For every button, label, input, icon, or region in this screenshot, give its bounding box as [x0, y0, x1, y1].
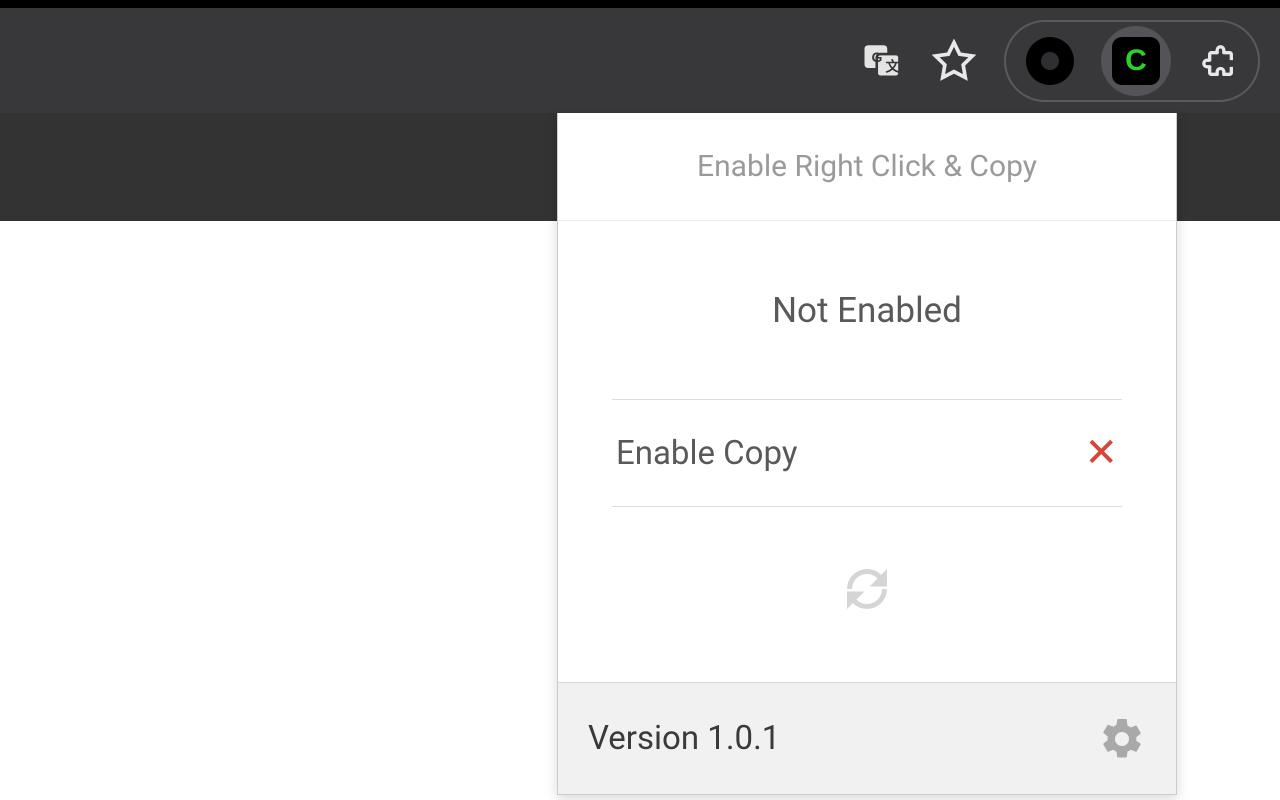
status-text: Not Enabled [772, 290, 962, 331]
page-white-area [0, 221, 557, 800]
enable-copy-row[interactable]: Enable Copy ✕ [612, 400, 1122, 506]
refresh-area [558, 507, 1176, 682]
gear-icon[interactable] [1098, 715, 1146, 763]
translate-icon[interactable]: G 文 [860, 39, 904, 83]
status-label: Not Enabled [558, 221, 1176, 399]
extension-letter: C [1125, 44, 1147, 78]
extensions-pill: C [1004, 20, 1260, 102]
popup-footer: Version 1.0.1 [558, 682, 1176, 794]
svg-text:文: 文 [886, 58, 901, 74]
enable-copy-label: Enable Copy [616, 434, 797, 473]
extensions-puzzle-icon[interactable] [1198, 41, 1238, 81]
refresh-icon[interactable] [837, 559, 897, 619]
extension-circle-icon[interactable] [1026, 37, 1074, 85]
extension-c-icon[interactable]: C [1112, 37, 1160, 85]
popup-title: Enable Right Click & Copy [558, 113, 1176, 221]
close-x-icon[interactable]: ✕ [1084, 433, 1118, 473]
version-label: Version 1.0.1 [588, 719, 780, 758]
extension-active-highlight[interactable]: C [1101, 26, 1171, 96]
top-black-bar [0, 0, 1280, 8]
extension-popup: Enable Right Click & Copy Not Enabled En… [557, 113, 1177, 795]
svg-text:G: G [872, 48, 883, 64]
bookmark-star-icon[interactable] [932, 39, 976, 83]
popup-title-text: Enable Right Click & Copy [697, 149, 1037, 184]
browser-toolbar: G 文 C [0, 8, 1280, 113]
popup-body: Not Enabled Enable Copy ✕ [558, 221, 1176, 682]
